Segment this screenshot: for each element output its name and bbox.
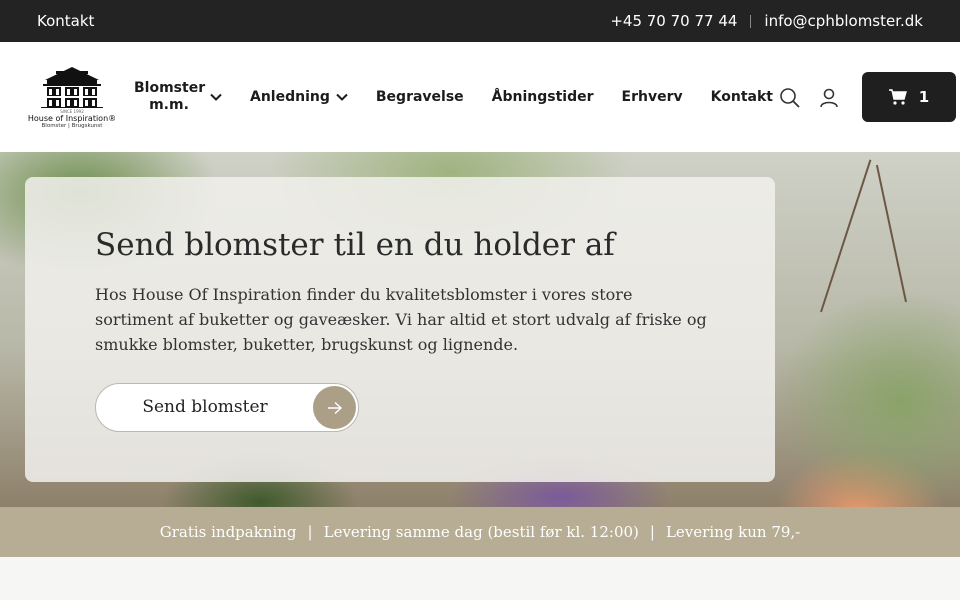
cart-button[interactable]: 1 (862, 72, 956, 122)
topbar-email-link[interactable]: info@cphblomster.dk (764, 12, 923, 30)
user-icon (820, 88, 838, 108)
usp-item-same-day: Levering samme dag (bestil før kl. 12:00… (323, 523, 639, 541)
nav-item-label: Anledning (250, 89, 330, 105)
usp-item-delivery-price: Levering kun 79,- (665, 523, 801, 541)
chevron-down-icon (336, 93, 348, 101)
nav-item-label: Kontakt (710, 89, 773, 105)
nav-item-label: Erhverv (621, 89, 683, 105)
site-logo[interactable]: SINCE 1992 House of Inspiration® Blomste… (26, 66, 118, 134)
nav-item-abningstider[interactable]: Åbningstider (492, 89, 594, 105)
nav-item-label: Åbningstider (491, 89, 594, 105)
nav-item-label: Blomster m.m. (134, 80, 206, 113)
page-content-area (0, 557, 960, 600)
send-flowers-button[interactable]: Send blomster (95, 383, 359, 432)
arrow-right-icon (313, 386, 356, 429)
topbar-contact-link[interactable]: Kontakt (37, 12, 94, 30)
house-logo-icon (41, 67, 103, 108)
account-button[interactable] (818, 87, 840, 109)
hero-title: Send blomster til en du holder af (95, 227, 615, 263)
hero-card: Send blomster til en du holder af Hos Ho… (25, 177, 775, 482)
nav-item-kontakt[interactable]: Kontakt (711, 89, 773, 105)
topbar-divider (750, 14, 752, 28)
logo-brand-text: House of Inspiration® (27, 114, 117, 123)
nav-item-begravelse[interactable]: Begravelse (376, 89, 464, 105)
topbar-contact-info: +45 70 70 77 44 info@cphblomster.dk (610, 12, 923, 30)
nav-item-blomster[interactable]: Blomster m.m. (134, 80, 222, 114)
cart-count: 1 (918, 88, 930, 106)
decorative-branch (875, 164, 907, 303)
usp-separator: | (307, 523, 313, 541)
topbar-phone-link[interactable]: +45 70 70 77 44 (610, 12, 737, 30)
chevron-down-icon (210, 93, 222, 101)
search-icon (780, 88, 800, 108)
nav-item-label: Begravelse (375, 89, 464, 105)
logo-sub-text: Blomster | Brugskunst (41, 123, 103, 129)
usp-item-wrapping: Gratis indpakning (159, 523, 297, 541)
usp-separator: | (649, 523, 655, 541)
nav-item-anledning[interactable]: Anledning (250, 89, 348, 105)
hero-banner: Send blomster til en du holder af Hos Ho… (0, 152, 960, 507)
search-button[interactable] (779, 87, 801, 109)
send-flowers-label: Send blomster (142, 397, 268, 417)
cart-icon (888, 89, 907, 105)
main-nav: Blomster m.m. Anledning Begravelse Åbnin… (134, 42, 801, 152)
usp-bar: Gratis indpakning | Levering samme dag (… (0, 507, 960, 557)
nav-item-erhverv[interactable]: Erhverv (622, 89, 683, 105)
site-header: SINCE 1992 House of Inspiration® Blomste… (0, 42, 960, 152)
hero-text: Hos House Of Inspiration finder du kvali… (95, 285, 707, 354)
decorative-branch (820, 159, 872, 313)
top-bar: Kontakt +45 70 70 77 44 info@cphblomster… (0, 0, 960, 42)
